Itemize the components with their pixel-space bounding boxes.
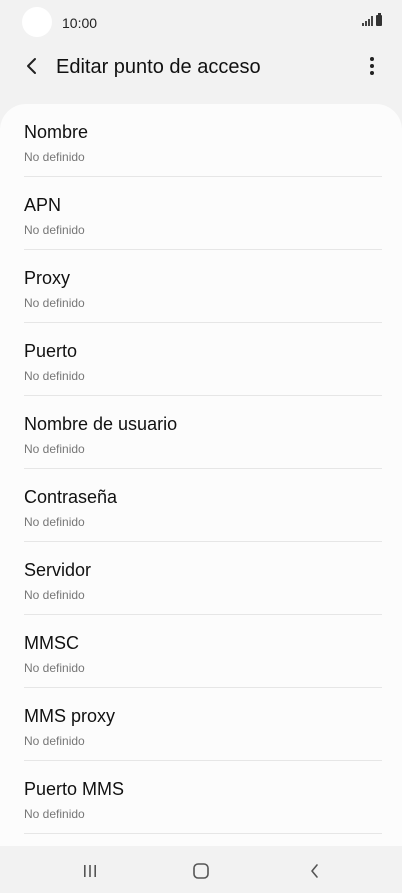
divider <box>24 833 382 834</box>
setting-value: No definido <box>24 442 85 456</box>
back-arrow-icon[interactable] <box>20 54 44 78</box>
status-bar: 10:00 <box>0 0 402 44</box>
setting-item-puerto-mms[interactable]: Puerto MMS No definido <box>0 761 402 834</box>
page-title: Editar punto de acceso <box>56 56 261 78</box>
setting-title: Proxy <box>24 268 71 288</box>
battery-icon <box>376 13 382 26</box>
setting-item-mms-proxy[interactable]: MMS proxy No definido <box>0 688 402 761</box>
setting-value: No definido <box>24 661 85 675</box>
status-time: 10:00 <box>62 15 98 31</box>
recents-icon[interactable] <box>75 856 105 886</box>
camera-cutout <box>22 7 52 37</box>
setting-value: No definido <box>24 223 85 237</box>
setting-value: No definido <box>24 296 85 310</box>
setting-value: No definido <box>24 369 85 383</box>
navigation-bar <box>0 846 402 893</box>
app-bar: Editar punto de acceso <box>0 44 402 90</box>
setting-value: No definido <box>24 150 85 164</box>
setting-item-apn[interactable]: APN No definido <box>0 177 402 250</box>
setting-title: Puerto <box>24 341 78 361</box>
setting-item-proxy[interactable]: Proxy No definido <box>0 250 402 323</box>
setting-item-contrasena[interactable]: Contraseña No definido <box>0 469 402 542</box>
setting-title: APN <box>24 195 62 215</box>
signal-icon <box>362 16 373 26</box>
settings-list: Nombre No definido APN No definido Proxy… <box>0 104 402 846</box>
setting-title: Servidor <box>24 560 92 580</box>
setting-item-servidor[interactable]: Servidor No definido <box>0 542 402 615</box>
more-options-icon[interactable] <box>360 54 384 78</box>
nav-back-icon[interactable] <box>300 856 330 886</box>
setting-item-nombre-de-usuario[interactable]: Nombre de usuario No definido <box>0 396 402 469</box>
setting-title: MMS proxy <box>24 706 116 726</box>
setting-value: No definido <box>24 588 85 602</box>
status-icons <box>362 13 382 26</box>
setting-item-nombre[interactable]: Nombre No definido <box>0 104 402 177</box>
setting-value: No definido <box>24 515 85 529</box>
setting-value: No definido <box>24 734 85 748</box>
phone-screen: 10:00 Editar punto de acceso Nombre No d… <box>0 0 402 893</box>
home-icon[interactable] <box>186 856 216 886</box>
setting-title: MMSC <box>24 633 79 653</box>
setting-item-mmsc[interactable]: MMSC No definido <box>0 615 402 688</box>
setting-title: Puerto MMS <box>24 779 125 799</box>
setting-title: Nombre de usuario <box>24 414 178 434</box>
setting-item-puerto[interactable]: Puerto No definido <box>0 323 402 396</box>
setting-value: No definido <box>24 807 85 821</box>
setting-title: Nombre <box>24 122 89 142</box>
setting-title: Contraseña <box>24 487 118 507</box>
